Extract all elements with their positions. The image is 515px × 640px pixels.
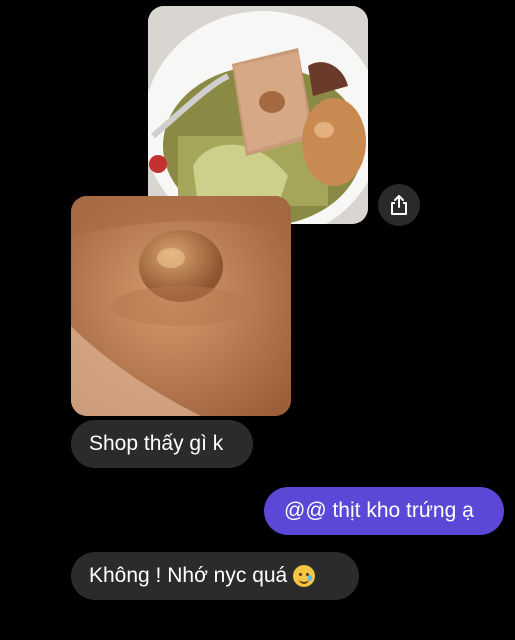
share-icon bbox=[391, 195, 407, 215]
message-bubble-received[interactable]: Không ! Nhớ nyc quá bbox=[71, 552, 359, 600]
message-text: Không ! Nhớ nyc quá bbox=[89, 564, 288, 587]
share-button[interactable] bbox=[378, 184, 420, 226]
message-bubble-sent[interactable]: @@ thịt kho trứng ạ bbox=[264, 487, 504, 535]
smiling-face-with-tear-icon bbox=[293, 565, 316, 587]
photo-braised-pork-bowl[interactable] bbox=[148, 6, 368, 224]
braised-pork-bowl-image bbox=[148, 6, 368, 224]
photo-pork-closeup[interactable] bbox=[71, 196, 291, 416]
message-text: Shop thấy gì k bbox=[89, 432, 224, 455]
pork-closeup-image bbox=[71, 196, 291, 416]
message-text: @@ thịt kho trứng ạ bbox=[284, 499, 474, 522]
message-bubble-received[interactable]: Shop thấy gì k bbox=[71, 420, 253, 468]
